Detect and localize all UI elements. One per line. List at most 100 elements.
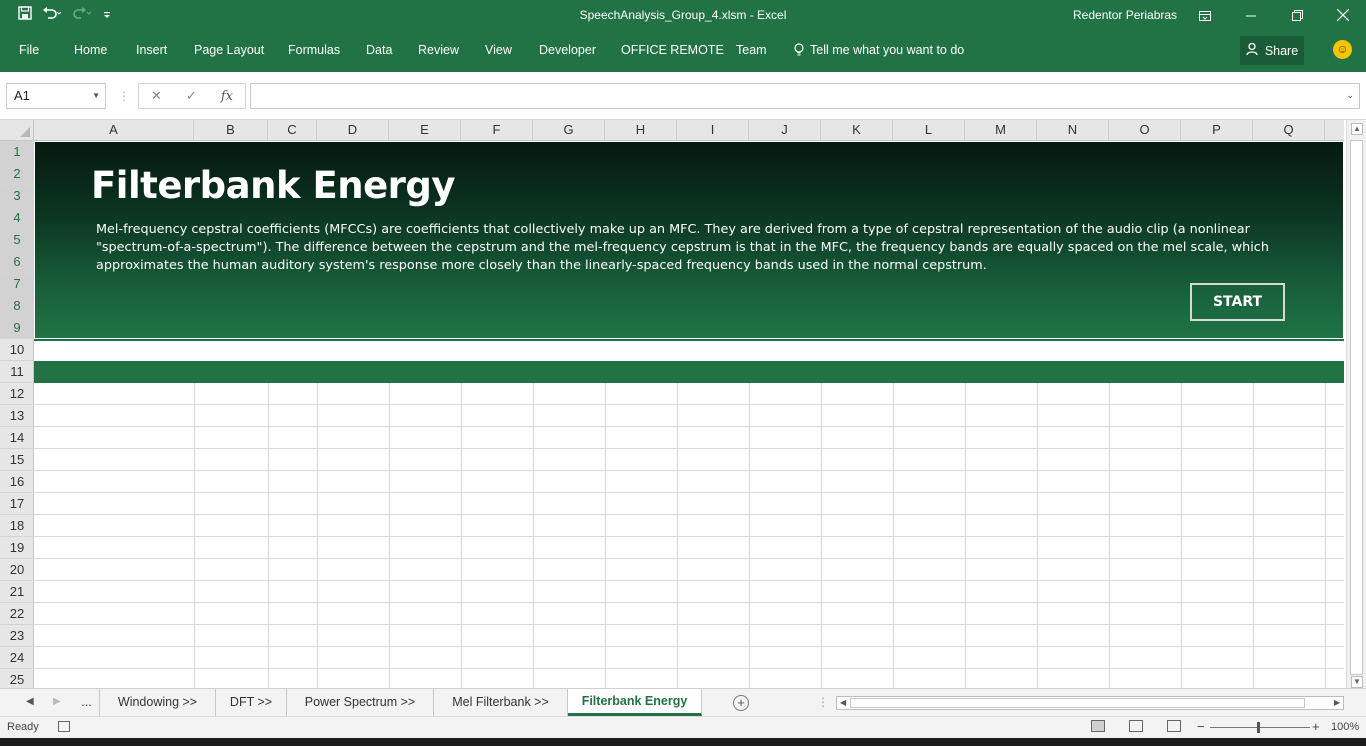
row-header[interactable]: 10: [0, 339, 34, 361]
cell-area[interactable]: Filterbank Energy Mel-frequency cepstral…: [34, 141, 1344, 688]
row-header[interactable]: 6: [0, 251, 34, 273]
normal-view-icon[interactable]: [1091, 720, 1105, 732]
column-header-b[interactable]: B: [194, 120, 268, 141]
column-header-p[interactable]: P: [1181, 120, 1253, 141]
row-header[interactable]: 17: [0, 493, 34, 515]
splitter-icon[interactable]: ⋮: [817, 695, 829, 709]
column-header-o[interactable]: O: [1109, 120, 1181, 141]
insert-function-icon[interactable]: fx: [221, 89, 233, 104]
tab-review[interactable]: Review: [418, 43, 459, 57]
restore-icon[interactable]: [1283, 4, 1311, 28]
tab-formulas[interactable]: Formulas: [288, 43, 340, 57]
column-header-g[interactable]: G: [533, 120, 605, 141]
share-button[interactable]: Share: [1240, 36, 1304, 65]
row-header[interactable]: 22: [0, 603, 34, 625]
column-header-m[interactable]: M: [965, 120, 1037, 141]
scroll-left-icon[interactable]: ◀: [837, 697, 849, 709]
row-header[interactable]: 13: [0, 405, 34, 427]
column-header-a[interactable]: A: [34, 120, 194, 141]
user-name[interactable]: Redentor Periabras: [1073, 8, 1177, 22]
undo-icon[interactable]: [42, 6, 62, 26]
zoom-level[interactable]: 100%: [1331, 721, 1359, 733]
row-header[interactable]: 23: [0, 625, 34, 647]
row-header[interactable]: 18: [0, 515, 34, 537]
tab-view[interactable]: View: [485, 43, 512, 57]
add-sheet-icon[interactable]: +: [733, 695, 749, 711]
save-icon[interactable]: [18, 6, 32, 26]
row-header[interactable]: 20: [0, 559, 34, 581]
zoom-in-icon[interactable]: +: [1312, 719, 1320, 734]
row-header[interactable]: 14: [0, 427, 34, 449]
tab-data[interactable]: Data: [366, 43, 392, 57]
column-header-d[interactable]: D: [317, 120, 389, 141]
enter-icon[interactable]: ✓: [186, 88, 197, 104]
scroll-up-icon[interactable]: ▲: [1351, 123, 1363, 135]
tell-me-box[interactable]: Tell me what you want to do: [794, 43, 964, 60]
column-header-c[interactable]: C: [268, 120, 317, 141]
expand-formula-bar-icon[interactable]: ⌄: [1346, 90, 1354, 101]
column-header-q[interactable]: Q: [1253, 120, 1325, 141]
row-header[interactable]: 8: [0, 295, 34, 317]
row-header[interactable]: 3: [0, 185, 34, 207]
zoom-out-icon[interactable]: −: [1197, 719, 1205, 734]
scroll-down-icon[interactable]: ▼: [1351, 676, 1363, 688]
column-header-j[interactable]: J: [749, 120, 821, 141]
row-header[interactable]: 9: [0, 317, 34, 339]
ribbon-display-options-icon[interactable]: [1191, 4, 1219, 28]
macro-recording-icon[interactable]: [58, 721, 70, 732]
tab-insert[interactable]: Insert: [136, 43, 167, 57]
select-all-button[interactable]: [0, 120, 34, 141]
start-button[interactable]: START: [1190, 283, 1285, 321]
row-header[interactable]: 15: [0, 449, 34, 471]
sheet-tab-windowing[interactable]: Windowing >>: [100, 689, 216, 716]
row-header[interactable]: 2: [0, 163, 34, 185]
column-header-n[interactable]: N: [1037, 120, 1109, 141]
column-header-i[interactable]: I: [677, 120, 749, 141]
name-box[interactable]: A1 ▼: [6, 83, 106, 109]
grip-icon[interactable]: ⋮: [118, 89, 130, 103]
row-header[interactable]: 19: [0, 537, 34, 559]
sheet-tab-mel-filterbank[interactable]: Mel Filterbank >>: [434, 689, 568, 716]
sheet-tab-power-spectrum[interactable]: Power Spectrum >>: [287, 689, 434, 716]
zoom-slider[interactable]: [1210, 727, 1310, 728]
customize-icon[interactable]: [102, 6, 112, 26]
row-header[interactable]: 5: [0, 229, 34, 251]
more-sheets-button[interactable]: ...: [74, 689, 100, 716]
next-sheet-icon[interactable]: ▶: [53, 696, 61, 707]
row-header[interactable]: 7: [0, 273, 34, 295]
row-header[interactable]: 11: [0, 361, 34, 383]
cancel-icon[interactable]: ✕: [151, 88, 162, 104]
column-header-k[interactable]: K: [821, 120, 893, 141]
horizontal-scroll-thumb[interactable]: [850, 698, 1305, 708]
chevron-down-icon[interactable]: ▼: [92, 84, 100, 108]
row-header[interactable]: 12: [0, 383, 34, 405]
minimize-icon[interactable]: [1237, 4, 1265, 28]
row-header[interactable]: 24: [0, 647, 34, 669]
tab-developer[interactable]: Developer: [539, 43, 596, 57]
row-header[interactable]: 4: [0, 207, 34, 229]
horizontal-scrollbar[interactable]: ◀ ▶: [836, 696, 1344, 710]
formula-input[interactable]: ⌄: [250, 83, 1360, 109]
column-header-l[interactable]: L: [893, 120, 965, 141]
sheet-tab-filterbank-energy[interactable]: Filterbank Energy: [568, 689, 702, 716]
vertical-scrollbar[interactable]: ▲ ▼: [1346, 120, 1366, 688]
column-header-f[interactable]: F: [461, 120, 533, 141]
feedback-smiley-icon[interactable]: ☺: [1333, 40, 1352, 59]
close-icon[interactable]: [1329, 4, 1357, 28]
column-header-h[interactable]: H: [605, 120, 677, 141]
row-header[interactable]: 16: [0, 471, 34, 493]
scroll-right-icon[interactable]: ▶: [1331, 697, 1343, 709]
row-header[interactable]: 1: [0, 141, 34, 163]
vertical-scroll-thumb[interactable]: [1350, 140, 1363, 675]
page-layout-view-icon[interactable]: [1129, 720, 1143, 732]
tab-team[interactable]: Team: [736, 43, 767, 57]
tab-file[interactable]: File: [19, 43, 39, 57]
column-header-e[interactable]: E: [389, 120, 461, 141]
row-header[interactable]: 21: [0, 581, 34, 603]
tab-home[interactable]: Home: [74, 43, 107, 57]
sheet-tab-dft[interactable]: DFT >>: [216, 689, 287, 716]
row-header[interactable]: 25: [0, 669, 34, 688]
tab-page-layout[interactable]: Page Layout: [194, 43, 264, 57]
previous-sheet-icon[interactable]: ◀: [26, 696, 34, 707]
redo-icon[interactable]: [72, 6, 92, 26]
